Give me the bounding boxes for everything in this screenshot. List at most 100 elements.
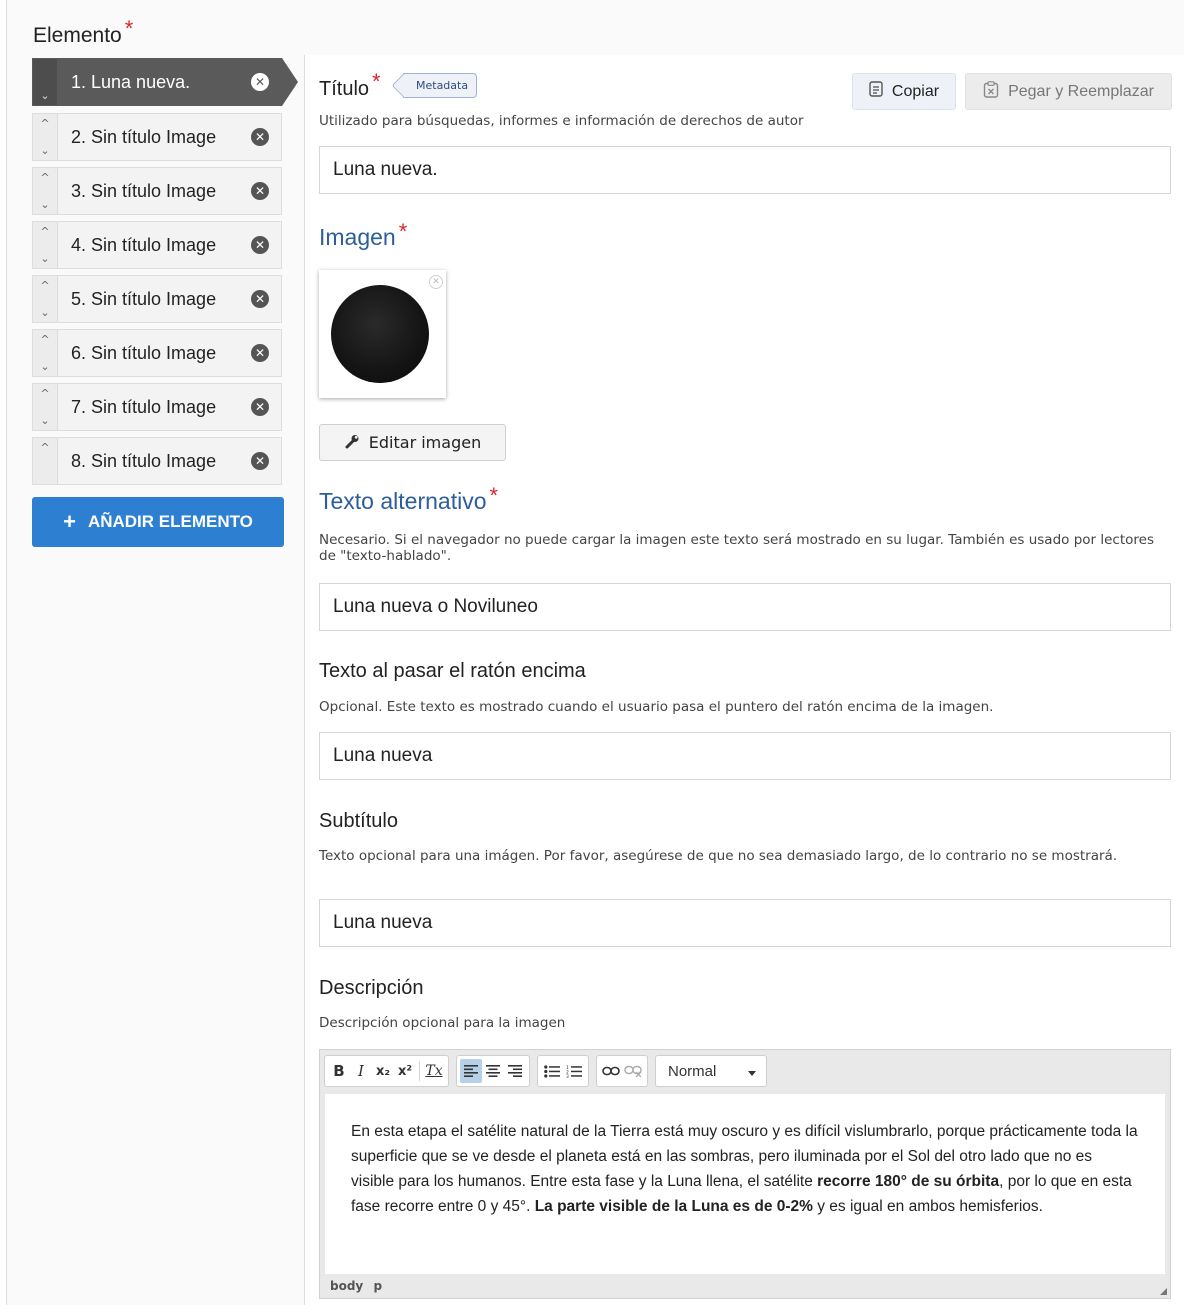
paste-label: Pegar y Reemplazar [1008, 82, 1154, 100]
italic-button[interactable]: I [350, 1059, 372, 1083]
content-divider [304, 55, 305, 1305]
move-down-icon[interactable]: ⌄ [33, 306, 57, 319]
path-item-p[interactable]: p [373, 1279, 382, 1293]
sidebar-item-5[interactable]: ^ ⌄ 5. Sin título Image ✕ [32, 275, 282, 323]
toolbar-separator [419, 1061, 420, 1081]
required-mark: * [489, 483, 499, 508]
remove-icon[interactable]: ✕ [251, 182, 269, 200]
paragraph-format-select[interactable]: Normal [655, 1055, 767, 1087]
remove-icon[interactable]: ✕ [251, 344, 269, 362]
remove-icon[interactable]: ✕ [251, 398, 269, 416]
align-center-icon[interactable] [482, 1059, 504, 1083]
move-down-icon[interactable]: ⌄ [33, 414, 57, 427]
move-up-icon[interactable]: ^ [33, 225, 57, 238]
superscript-button[interactable]: x² [394, 1059, 416, 1083]
section-heading: Elemento * [33, 16, 133, 48]
image-field-label: Imagen * [319, 219, 407, 251]
subscript-button[interactable]: x₂ [372, 1059, 394, 1083]
title-description: Utilizado para búsquedas, informes e inf… [319, 113, 804, 129]
remove-icon[interactable]: ✕ [251, 128, 269, 146]
reorder-handle[interactable]: ^ ⌄ [33, 330, 58, 376]
sidebar-item-1[interactable]: ⌄ 1. Luna nueva. ✕ [32, 58, 282, 106]
reorder-handle[interactable]: ^ ⌄ [33, 222, 58, 268]
add-element-button[interactable]: + AÑADIR ELEMENTO [32, 497, 284, 547]
edit-image-button[interactable]: Editar imagen [319, 424, 506, 461]
hover-text-input[interactable]: Luna nueva [319, 732, 1171, 780]
title-input[interactable]: Luna nueva. [319, 146, 1171, 194]
move-up-icon[interactable]: ^ [33, 117, 57, 130]
move-up-icon[interactable]: ^ [33, 171, 57, 184]
link-icon[interactable] [600, 1059, 622, 1083]
reorder-handle[interactable]: ⌄ [33, 59, 58, 105]
sidebar-item-4[interactable]: ^ ⌄ 4. Sin título Image ✕ [32, 221, 282, 269]
subtitle-field-label: Subtítulo [319, 810, 398, 832]
required-mark: * [372, 69, 381, 94]
rich-text-editor: B I x₂ x² Tx 123 Normal En esta etapa el… [319, 1049, 1171, 1299]
editor-content[interactable]: En esta etapa el satélite natural de la … [325, 1094, 1165, 1274]
lists-group: 123 [537, 1055, 589, 1087]
reorder-handle[interactable]: ^ ⌄ [33, 384, 58, 430]
remove-image-icon[interactable]: ✕ [429, 275, 443, 289]
remove-icon[interactable]: ✕ [251, 290, 269, 308]
bold-button[interactable]: B [328, 1059, 350, 1083]
sidebar-item-7[interactable]: ^ ⌄ 7. Sin título Image ✕ [32, 383, 282, 431]
sidebar-item-label: 2. Sin título Image [71, 126, 217, 147]
move-down-icon[interactable]: ⌄ [33, 360, 57, 373]
header-strip [7, 0, 1184, 55]
sidebar-item-label: 7. Sin título Image [71, 396, 217, 417]
sidebar-item-3[interactable]: ^ ⌄ 3. Sin título Image ✕ [32, 167, 282, 215]
image-thumbnail[interactable]: ✕ [319, 270, 446, 398]
numbered-list-icon[interactable]: 123 [563, 1059, 585, 1083]
required-mark: * [124, 16, 134, 41]
move-up-icon[interactable]: ^ [33, 333, 57, 346]
sidebar-item-label: 5. Sin título Image [71, 288, 217, 309]
sidebar-item-label: 3. Sin título Image [71, 180, 217, 201]
move-up-icon[interactable]: ^ [33, 387, 57, 400]
subtitle-description: Texto opcional para una imágen. Por favo… [319, 848, 1118, 864]
remove-icon[interactable]: ✕ [251, 73, 269, 91]
required-mark: * [398, 219, 408, 244]
move-down-icon[interactable]: ⌄ [33, 144, 57, 157]
move-down-icon[interactable]: ⌄ [33, 252, 57, 265]
clear-formatting-button[interactable]: Tx [423, 1059, 445, 1083]
sidebar-item-8[interactable]: ^ 8. Sin título Image ✕ [32, 437, 282, 485]
description-help: Descripción opcional para la imagen [319, 1015, 566, 1031]
path-item-body[interactable]: body [330, 1279, 363, 1293]
copy-button[interactable]: Copiar [852, 73, 956, 110]
metadata-tag[interactable]: Metadata [403, 73, 478, 98]
title-field-label: Título * [319, 69, 381, 101]
move-down-icon[interactable]: ⌄ [33, 89, 57, 102]
basic-styles-group: B I x₂ x² Tx [324, 1055, 449, 1087]
reorder-handle[interactable]: ^ [33, 438, 58, 484]
remove-icon[interactable]: ✕ [251, 452, 269, 470]
alt-text-input[interactable]: Luna nueva o Noviluneo [319, 583, 1171, 631]
sidebar-item-label: 1. Luna nueva. [71, 71, 191, 92]
clipboard-icon [983, 80, 999, 103]
sidebar-item-6[interactable]: ^ ⌄ 6. Sin título Image ✕ [32, 329, 282, 377]
reorder-handle[interactable]: ^ ⌄ [33, 276, 58, 322]
subtitle-input[interactable]: Luna nueva [319, 899, 1171, 947]
element-path: body p [330, 1279, 382, 1293]
image-label-text: Imagen [319, 224, 396, 250]
move-down-icon[interactable]: ⌄ [33, 198, 57, 211]
move-up-icon[interactable]: ^ [33, 441, 57, 454]
bulleted-list-icon[interactable] [541, 1059, 563, 1083]
remove-icon[interactable]: ✕ [251, 236, 269, 254]
copy-icon [869, 81, 883, 102]
align-left-icon[interactable] [460, 1059, 482, 1083]
reorder-handle[interactable]: ^ ⌄ [33, 168, 58, 214]
plus-icon: + [63, 509, 76, 534]
move-up-icon[interactable]: ^ [33, 279, 57, 292]
align-right-icon[interactable] [504, 1059, 526, 1083]
wrench-icon [344, 433, 360, 453]
resize-handle[interactable] [1160, 1288, 1167, 1295]
alt-text-label-text: Texto alternativo [319, 488, 487, 514]
alignment-group [456, 1055, 530, 1087]
unlink-icon[interactable] [622, 1059, 644, 1083]
sidebar-item-2[interactable]: ^ ⌄ 2. Sin título Image ✕ [32, 113, 282, 161]
sidebar-item-label: 6. Sin título Image [71, 342, 217, 363]
dropdown-caret-icon [748, 1063, 756, 1080]
hover-text-description: Opcional. Este texto es mostrado cuando … [319, 699, 994, 715]
paste-replace-button[interactable]: Pegar y Reemplazar [965, 73, 1172, 110]
reorder-handle[interactable]: ^ ⌄ [33, 114, 58, 160]
